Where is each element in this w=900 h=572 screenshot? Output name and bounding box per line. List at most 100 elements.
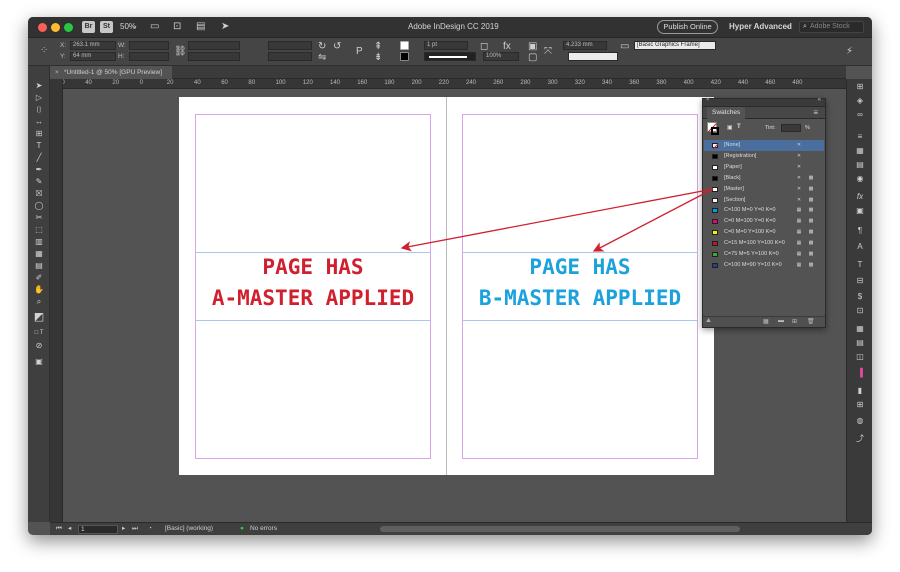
show-swatch-kinds-icon[interactable]: ⛰ (706, 318, 711, 325)
adobe-stock-search[interactable]: Adobe Stock (799, 21, 864, 33)
previous-page-button[interactable]: ◂ (68, 523, 71, 535)
publish-online-button[interactable]: Publish Online (657, 20, 718, 34)
fill-swatch[interactable] (400, 41, 409, 50)
right-page-text-line2[interactable]: B-MASTER APPLIED (462, 283, 698, 314)
first-page-button[interactable]: ⏮ (56, 523, 62, 535)
left-page-text-line2[interactable]: A-MASTER APPLIED (195, 283, 431, 314)
swatch-row[interactable]: [Black] ✕ ▩ (704, 173, 824, 184)
object-style-dropdown[interactable]: [Basic Graphics Frame] (634, 41, 716, 50)
content-collector-icon[interactable]: ⊞ (31, 128, 47, 139)
horizontal-ruler[interactable]: 6040200204060801001201401601802002202402… (50, 79, 846, 89)
workspace-switcher[interactable]: Hyper Advanced (729, 22, 792, 32)
scale-x-field[interactable] (188, 41, 240, 50)
pages-panel-icon[interactable]: ⊞ (853, 81, 867, 93)
swatches-tab[interactable]: Swatches (707, 107, 746, 119)
apply-none-icon[interactable]: ⊘ (31, 340, 47, 351)
glyphs-panel-icon[interactable]: ◫ (853, 351, 867, 363)
next-page-button[interactable]: ▸ (122, 523, 125, 535)
document-tab[interactable]: × *Untitled-1 @ 50% [GPU Preview] (52, 66, 172, 79)
object-styles-icon[interactable]: ▣ (853, 205, 867, 217)
color-panel-icon[interactable]: ▤ (853, 159, 867, 171)
zoom-tool-icon[interactable]: ⌕ (31, 296, 47, 307)
horizontal-scrollbar[interactable] (380, 526, 740, 532)
preflight-profile[interactable]: [Basic] (working) (165, 523, 213, 535)
swatch-row[interactable]: C=75 M=5 Y=100 K=0 ▦ ▩ (704, 249, 824, 260)
open-page-icon[interactable]: ◔ (148, 523, 152, 535)
scale-y-field[interactable] (188, 52, 240, 61)
object-style-icon[interactable]: ▭ (620, 41, 629, 53)
collapse-panel-icon[interactable]: « (818, 97, 821, 103)
pen-tool-icon[interactable]: ✒ (31, 164, 47, 175)
fill-stroke-icon[interactable]: ◩ (31, 312, 47, 323)
opacity-field[interactable]: 100% (483, 52, 519, 61)
left-page-text-line1[interactable]: PAGE HAS (195, 252, 431, 283)
select-next-icon[interactable]: ⇟ (374, 52, 382, 64)
screen-mode-icon[interactable]: ⊡ (173, 21, 181, 33)
gap-tool-icon[interactable]: ↔ (31, 116, 47, 127)
formatting-text-icon[interactable]: T (737, 124, 741, 130)
flip-horizontal-icon[interactable]: ⇋ (318, 52, 326, 64)
gradient-tool-icon[interactable]: ▥ (31, 236, 47, 247)
spread[interactable]: PAGE HAS A-MASTER APPLIED PAGE HAS B-MAS… (179, 97, 714, 475)
new-color-group-icon[interactable]: ▬ (778, 318, 784, 324)
swatch-row[interactable]: [Paper] ✕ (704, 162, 824, 173)
cc-libraries-icon[interactable]: ▐ (853, 367, 867, 379)
panel-drag-bar[interactable]: × « (703, 97, 825, 107)
new-swatch-icon[interactable]: ⊞ (792, 318, 797, 325)
gradient-panel-icon[interactable]: ◉ (853, 173, 867, 185)
close-icon[interactable]: × (706, 97, 710, 103)
swatch-row[interactable]: C=0 M=0 Y=100 K=0 ▦ ▩ (704, 227, 824, 238)
close-window-button[interactable] (38, 23, 47, 32)
constrain-proportions-icon[interactable]: ⛓ (174, 46, 187, 58)
stroke-swatch[interactable] (400, 52, 409, 61)
y-position-field[interactable]: 64 mm (70, 52, 116, 61)
paragraph-styles-icon[interactable]: ¶ (853, 225, 867, 237)
error-status[interactable]: No errors (250, 523, 277, 535)
effects-panel-icon[interactable]: fx (853, 191, 867, 203)
tint-field[interactable] (781, 124, 801, 132)
height-field[interactable] (129, 52, 169, 61)
view-options-icon[interactable]: ▭ (150, 21, 159, 33)
last-page-button[interactable]: ⏭ (132, 523, 138, 535)
lightning-icon[interactable]: ⚡ (846, 46, 853, 58)
swatches-panel-icon[interactable]: ▦ (853, 145, 867, 157)
character-styles-icon[interactable]: A (853, 241, 867, 253)
container-formatting-icon[interactable]: □ T (31, 328, 47, 339)
reference-point-icon[interactable]: ⁘ (40, 45, 48, 57)
swatch-views-icon[interactable]: ▦ (763, 318, 769, 325)
swatch-row[interactable]: [None] ✕ (704, 140, 824, 151)
close-icon[interactable]: × (55, 66, 59, 79)
pencil-tool-icon[interactable]: ✎ (31, 176, 47, 187)
x-position-field[interactable]: 263.1 mm (70, 41, 116, 50)
stock-icon[interactable]: St (100, 21, 113, 33)
rotate-counterclockwise-icon[interactable]: ↺ (333, 41, 341, 53)
send-icon[interactable]: ➤ (221, 21, 229, 33)
bridge-icon[interactable]: Br (82, 21, 95, 33)
swatch-row[interactable]: C=15 M=100 Y=100 K=0 ▦ ▩ (704, 238, 824, 249)
eyedropper-tool-icon[interactable]: ✐ (31, 272, 47, 283)
transform-panel-icon[interactable]: ⊡ (853, 305, 867, 317)
links-panel-icon[interactable]: ∞ (853, 109, 867, 121)
right-page-text-line1[interactable]: PAGE HAS (462, 252, 698, 283)
corner-size-field[interactable]: 4.233 mm (563, 41, 607, 50)
page-tool-icon[interactable]: ⌷ (31, 104, 47, 115)
chevron-down-icon[interactable]: ⌄ (132, 21, 138, 33)
stroke-panel-icon[interactable]: ≡ (853, 131, 867, 143)
export-icon[interactable]: ⤴ (853, 433, 867, 445)
minimize-window-button[interactable] (51, 23, 60, 32)
swatch-row[interactable]: C=100 M=90 Y=10 K=0 ▦ ▩ (704, 260, 824, 271)
ellipse-tool-icon[interactable]: ◯ (31, 200, 47, 211)
arrange-documents-icon[interactable]: ▤ (196, 21, 205, 33)
gradient-feather-icon[interactable]: ▦ (31, 248, 47, 259)
formatting-container-icon[interactable]: ▣ (727, 124, 733, 131)
text-wrap-icon[interactable]: T (853, 259, 867, 271)
rotation-field[interactable] (268, 41, 312, 50)
pathfinder-icon[interactable]: $ (853, 291, 867, 303)
vertical-ruler[interactable] (50, 79, 63, 522)
note-tool-icon[interactable]: ▤ (31, 260, 47, 271)
hyperlinks-icon[interactable]: ⊞ (853, 399, 867, 411)
stroke-box[interactable] (711, 127, 719, 135)
articles-icon[interactable]: ◍ (853, 415, 867, 427)
page-number-field[interactable]: 1 (78, 525, 118, 534)
fitting-content-icon[interactable]: ▢ (528, 52, 537, 64)
